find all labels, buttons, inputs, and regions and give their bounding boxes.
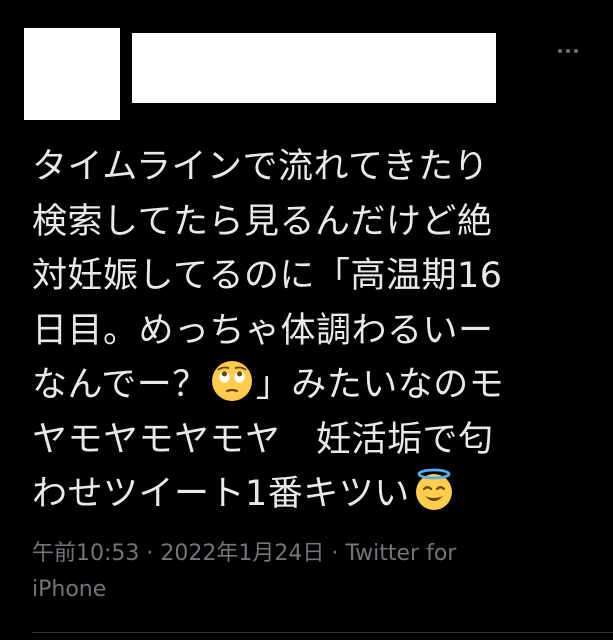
tweet-line: タイムラインで流れてきたり [32, 147, 489, 187]
tweet-line: なんでー？ 」みたいなのモ [32, 358, 592, 413]
tweet-source-link[interactable]: iPhone [32, 577, 106, 602]
more-dot-icon [558, 49, 562, 53]
tweet-date[interactable]: 2022年1月24日 [160, 541, 324, 566]
tweet-line-part: わせツイート1番キツい [32, 474, 410, 514]
tweet-source-row: iPhone [32, 572, 552, 608]
meta-separator: · [139, 541, 161, 566]
tweet-source-link[interactable]: Twitter for [345, 541, 456, 566]
smiling-face-with-halo-icon [415, 468, 452, 510]
tweet-line-part: なんでー？ [32, 365, 208, 405]
tweet-line: 日目。めっちゃ体調わるいー [32, 310, 494, 351]
face-with-rolling-eyes-icon [211, 361, 252, 401]
tweet-timestamp-row: 午前10:53 · 2022年1月24日 · Twitter for [32, 536, 552, 572]
more-dot-icon [566, 49, 570, 53]
avatar[interactable] [24, 28, 120, 120]
tweet-time[interactable]: 午前10:53 [32, 541, 139, 566]
tweet-line: 検索してたら見るんだけど絶 [32, 201, 493, 242]
more-options-button[interactable] [551, 38, 585, 64]
account-name-redacted[interactable] [132, 33, 496, 103]
tweet-line: わせツイート1番キツい [32, 467, 592, 522]
tweet-line-part: 」みたいなのモ [255, 365, 505, 405]
tweet-line: ヤモヤモヤモヤ 妊活垢で匂 [32, 419, 494, 460]
meta-separator: · [324, 541, 346, 566]
more-dot-icon [574, 49, 578, 53]
tweet-line: 対妊娠してるのに「高温期16 [32, 256, 503, 296]
tweet-metadata: 午前10:53 · 2022年1月24日 · Twitter for iPhon… [32, 536, 552, 608]
divider [32, 632, 613, 633]
tweet-text: タイムラインで流れてきたり 検索してたら見るんだけど絶 対妊娠してるのに「高温期… [32, 140, 592, 522]
